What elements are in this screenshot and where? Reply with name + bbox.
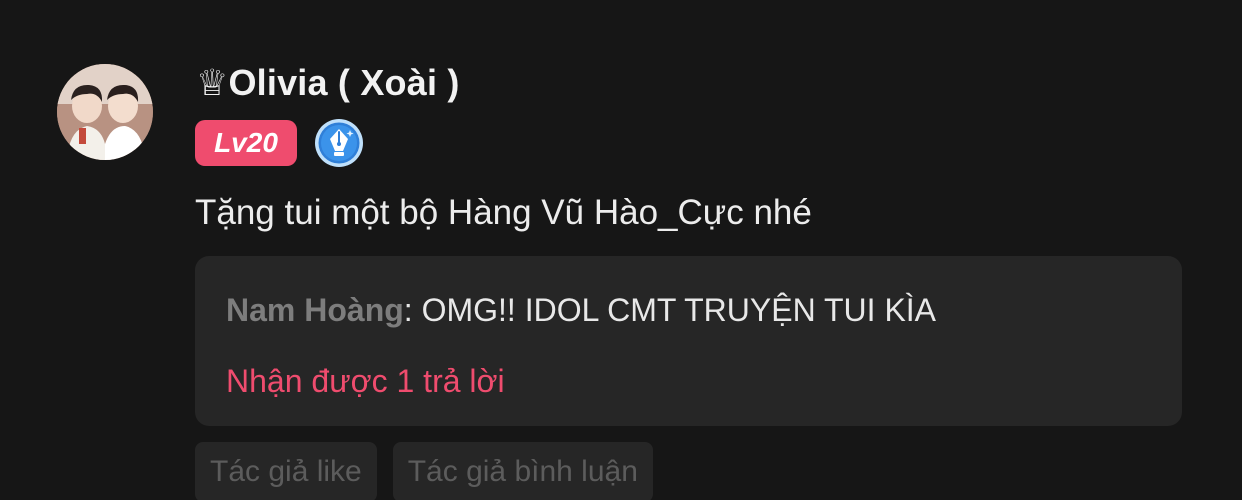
reply-preview-line: Nam Hoàng: OMG!! IDOL CMT TRUYỆN TUI KÌA xyxy=(226,292,936,329)
username[interactable]: ♕Olivia ( Xoài ) xyxy=(196,62,460,104)
reply-separator: : xyxy=(403,292,422,328)
tag-row: Tác giả like Tác giả bình luận xyxy=(195,442,669,500)
tag-author-like[interactable]: Tác giả like xyxy=(195,442,377,500)
reply-count-link[interactable]: Nhận được 1 trả lời xyxy=(226,363,505,400)
reply-preview-card[interactable]: Nam Hoàng: OMG!! IDOL CMT TRUYỆN TUI KÌA… xyxy=(195,256,1182,426)
avatar-image xyxy=(57,64,153,160)
reply-author[interactable]: Nam Hoàng xyxy=(226,292,404,328)
user-avatar[interactable] xyxy=(57,64,153,160)
pen-nib-badge-icon xyxy=(315,119,363,167)
level-badge: Lv20 xyxy=(195,120,297,166)
tag-author-comment[interactable]: Tác giả bình luận xyxy=(392,442,653,500)
user-badges: Lv20 xyxy=(195,119,364,167)
comment-text: Tặng tui một bộ Hàng Vũ Hào_Cực nhé xyxy=(195,193,812,232)
reply-text: OMG!! IDOL CMT TRUYỆN TUI KÌA xyxy=(421,292,937,328)
